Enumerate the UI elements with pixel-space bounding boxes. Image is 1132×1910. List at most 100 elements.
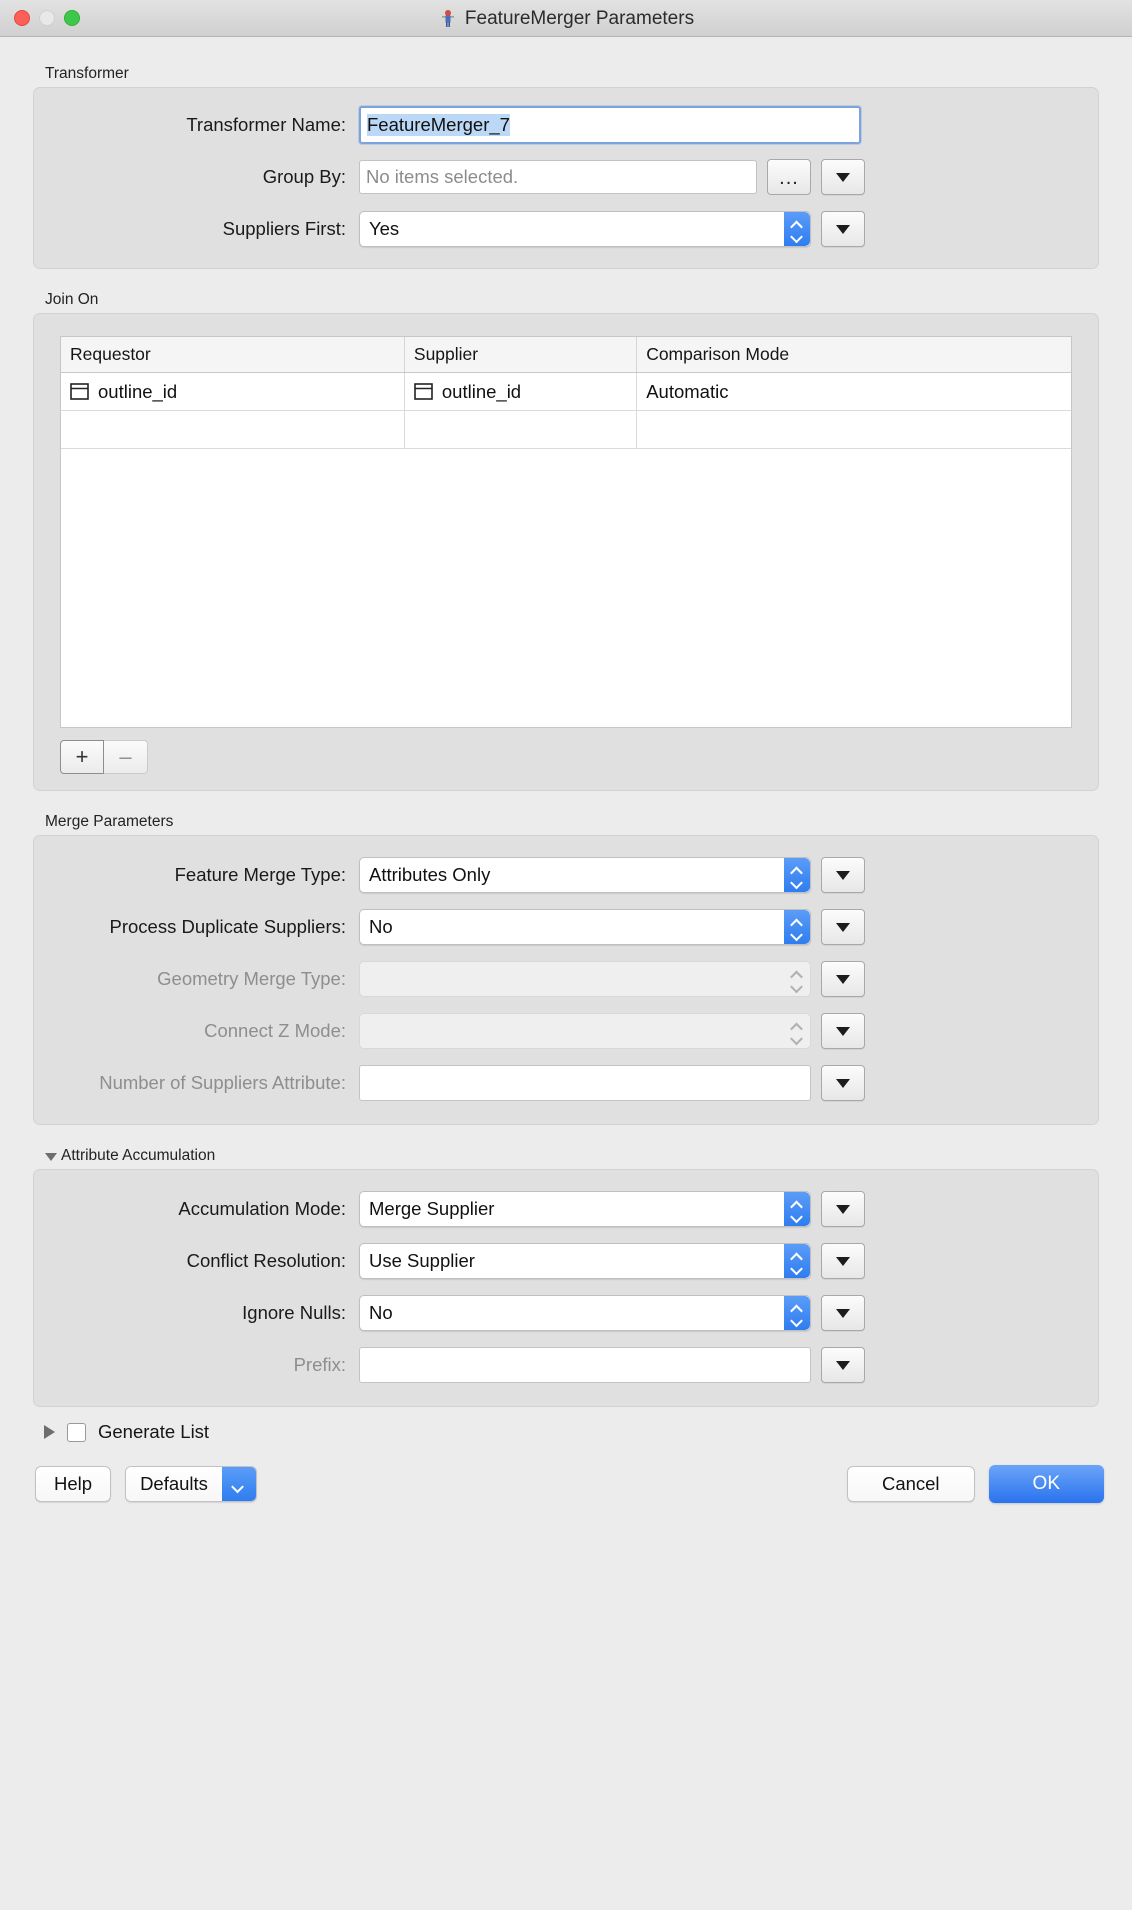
accumulation-mode-combo[interactable]: Merge Supplier [359,1191,811,1227]
cell-requestor[interactable] [61,410,405,449]
feature-merge-type-dropdown-button[interactable] [821,857,865,893]
stepper-icon[interactable] [784,858,810,892]
generate-list-checkbox[interactable] [67,1422,86,1442]
chevron-down-icon [836,1026,850,1036]
transformer-name-label: Transformer Name: [186,114,346,135]
number-of-suppliers-attribute-input[interactable] [359,1065,811,1101]
ignore-nulls-combo[interactable]: No [359,1295,811,1331]
number-of-suppliers-attribute-dropdown-button[interactable] [821,1065,865,1101]
close-button[interactable] [14,10,30,26]
attribute-icon [414,383,433,400]
cancel-button[interactable]: Cancel [846,1466,975,1502]
group-by-placeholder: No items selected. [366,166,519,187]
prefix-label: Prefix: [293,1354,346,1375]
cell-comparison-mode[interactable] [636,410,1071,449]
conflict-resolution-combo[interactable]: Use Supplier [359,1243,811,1279]
process-duplicate-suppliers-row: Process Duplicate Suppliers: No [34,904,1098,950]
accumulation-mode-row: Accumulation Mode: Merge Supplier [34,1186,1098,1232]
chevron-down-icon [792,877,803,884]
disclosure-triangle-down-icon[interactable] [45,1153,57,1161]
chevron-up-icon [792,221,803,228]
defaults-menu-button[interactable] [221,1467,256,1501]
cell-comparison-mode[interactable]: Automatic [636,372,1071,411]
generate-list-row[interactable]: Generate List [44,1421,1132,1443]
attribute-accumulation-group: Accumulation Mode: Merge Supplier Confli… [33,1169,1099,1407]
stepper-icon[interactable] [784,1244,810,1278]
group-by-row: Group By: No items selected. ... [34,154,1098,200]
chevron-down-icon [792,1315,803,1322]
chevron-down-icon [792,1211,803,1218]
group-by-input[interactable]: No items selected. [359,160,757,194]
conflict-resolution-dropdown-button[interactable] [821,1243,865,1279]
merge-parameters-section-label: Merge Parameters [45,813,174,830]
table-row[interactable]: outline_id outline_id Automatic [61,372,1071,411]
feature-merge-type-label: Feature Merge Type: [174,864,346,885]
ignore-nulls-dropdown-button[interactable] [821,1295,865,1331]
table-empty-area[interactable] [61,449,1071,727]
stepper-icon[interactable] [784,910,810,944]
group-by-dropdown-button[interactable] [821,159,865,195]
join-on-row-controls: + – [60,740,1098,774]
zoom-button[interactable] [64,10,80,26]
feature-merge-type-combo[interactable]: Attributes Only [359,857,811,893]
prefix-dropdown-button[interactable] [821,1347,865,1383]
chevron-down-icon [836,1078,850,1088]
help-button[interactable]: Help [35,1466,112,1502]
defaults-split-button[interactable]: Defaults [125,1466,257,1502]
stepper-icon[interactable] [784,212,810,246]
process-duplicate-suppliers-combo[interactable]: No [359,909,811,945]
merge-parameters-group: Feature Merge Type: Attributes Only Proc… [33,835,1099,1125]
ok-button[interactable]: OK [988,1465,1104,1503]
chevron-down-icon [836,1360,850,1370]
ellipsis-icon: ... [779,167,799,189]
group-by-browse-button[interactable]: ... [767,159,811,195]
conflict-resolution-label: Conflict Resolution: [186,1250,346,1271]
minimize-button[interactable] [39,10,55,26]
remove-row-button[interactable]: – [104,740,148,774]
transformer-name-row: Transformer Name: FeatureMerger_7 [34,102,1098,148]
process-duplicate-suppliers-value: No [369,916,393,937]
geometry-merge-type-dropdown-button[interactable] [821,961,865,997]
defaults-button[interactable]: Defaults [126,1467,222,1501]
prefix-input[interactable] [359,1347,811,1383]
feature-merge-type-value: Attributes Only [369,864,491,885]
table-row[interactable] [61,410,1071,449]
number-of-suppliers-attribute-row: Number of Suppliers Attribute: [34,1060,1098,1106]
accumulation-mode-dropdown-button[interactable] [821,1191,865,1227]
add-row-button[interactable]: + [60,740,104,774]
transformer-name-input[interactable]: FeatureMerger_7 [359,106,861,144]
join-on-table[interactable]: Requestor Supplier Comparison Mode outli… [60,336,1072,728]
attribute-icon [70,383,89,400]
number-of-suppliers-attribute-label: Number of Suppliers Attribute: [99,1072,346,1093]
column-header-supplier[interactable]: Supplier [404,337,638,373]
process-duplicate-suppliers-dropdown-button[interactable] [821,909,865,945]
chevron-up-icon [792,971,803,978]
group-by-label: Group By: [262,166,346,187]
chevron-down-icon [836,1256,850,1266]
cell-requestor[interactable]: outline_id [61,372,405,411]
cell-supplier[interactable] [404,410,638,449]
column-header-comparison-mode[interactable]: Comparison Mode [636,337,1071,373]
chevron-up-icon [792,919,803,926]
disclosure-triangle-right-icon[interactable] [44,1425,55,1439]
geometry-merge-type-combo [359,961,811,997]
chevron-up-icon [792,1253,803,1260]
suppliers-first-label: Suppliers First: [222,218,346,239]
transformer-name-value: FeatureMerger_7 [367,114,510,136]
cell-supplier[interactable]: outline_id [404,372,638,411]
chevron-down-icon [792,1033,803,1040]
connect-z-mode-dropdown-button[interactable] [821,1013,865,1049]
suppliers-first-combo[interactable]: Yes [359,211,811,247]
suppliers-first-value: Yes [369,218,400,239]
stepper-icon[interactable] [784,1296,810,1330]
column-header-requestor[interactable]: Requestor [61,337,405,373]
stepper-icon[interactable] [784,1192,810,1226]
attribute-accumulation-section-label[interactable]: Attribute Accumulation [45,1147,1132,1165]
chevron-down-icon [836,974,850,984]
suppliers-first-dropdown-button[interactable] [821,211,865,247]
accumulation-mode-value: Merge Supplier [369,1198,495,1219]
geometry-merge-type-label: Geometry Merge Type: [157,968,346,989]
chevron-down-icon [836,922,850,932]
transformer-section-label: Transformer [45,65,129,82]
chevron-up-icon [792,867,803,874]
